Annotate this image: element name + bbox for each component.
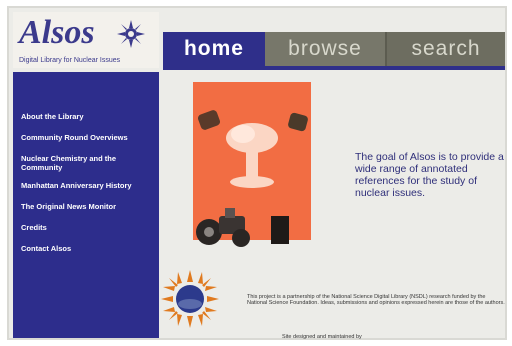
sun-burst-icon (117, 20, 145, 48)
tab-search[interactable]: search (385, 32, 505, 66)
nav-item-credits[interactable]: Credits (21, 223, 151, 232)
browser-viewport: Alsos Digital Library for Nuclear Issues… (7, 6, 507, 340)
tab-underline (163, 66, 505, 70)
tab-browse[interactable]: browse (265, 32, 385, 66)
sidebar-nav: About the Library Community Round Overvi… (13, 72, 159, 338)
tab-home[interactable]: home (163, 32, 265, 66)
equipment-image (196, 208, 250, 247)
logo-tagline: Digital Library for Nuclear Issues (19, 57, 121, 64)
nav-list: About the Library Community Round Overvi… (21, 112, 151, 265)
site-logo[interactable]: Alsos Digital Library for Nuclear Issues (13, 12, 159, 68)
nav-item-nuclear-chemistry[interactable]: Nuclear Chemistry and the Community (21, 154, 151, 172)
poster-decoration (287, 111, 309, 133)
nav-item-about[interactable]: About the Library (21, 112, 151, 121)
site-credit-text: Site designed and maintained by (282, 334, 362, 340)
nav-item-contact[interactable]: Contact Alsos (21, 244, 151, 253)
logo-wordmark: Alsos (19, 14, 95, 51)
poster-decoration (196, 109, 222, 131)
nav-item-news-monitor[interactable]: The Original News Monitor (21, 202, 151, 211)
nsf-description: This project is a partnership of the Nat… (247, 293, 505, 307)
nsf-logo-icon[interactable] (161, 270, 219, 328)
nav-item-community-overviews[interactable]: Community Round Overviews (21, 133, 151, 142)
mushroom-cloud-icon (226, 123, 278, 188)
main-tabs: home browse search (163, 32, 505, 66)
nav-item-manhattan-history[interactable]: Manhattan Anniversary History (21, 181, 151, 190)
intro-text: The goal of Alsos is to provide a wide r… (355, 150, 504, 199)
dark-block-image (271, 216, 289, 244)
